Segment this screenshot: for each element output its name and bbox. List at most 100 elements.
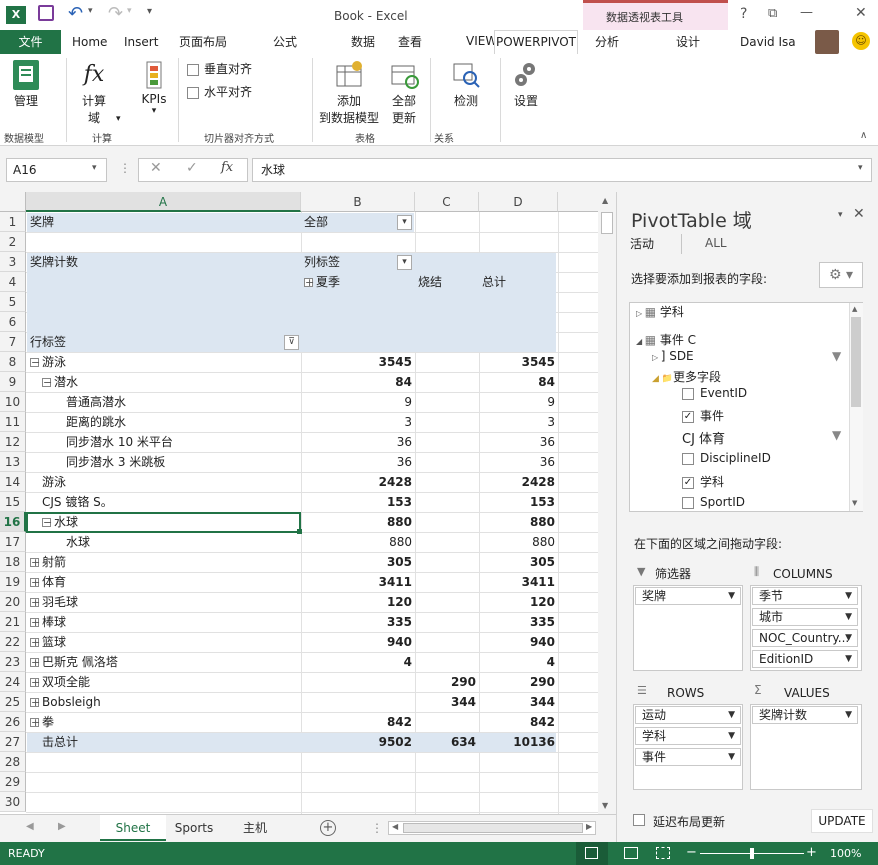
redo-icon[interactable]: ↷ (108, 3, 123, 24)
pivot-value-cell[interactable]: 880 (301, 512, 412, 532)
pivot-value-cell[interactable] (415, 492, 476, 512)
column-labels-dropdown-button[interactable]: ▾ (397, 255, 412, 270)
chip-dropdown-icon[interactable]: ▼ (845, 609, 852, 625)
pivot-row-label[interactable]: + 拳 (30, 712, 54, 732)
pivot-value-cell[interactable]: 2428 (479, 472, 555, 492)
prev-sheet-icon[interactable]: ◀ (26, 821, 34, 832)
row-header[interactable]: 13 (0, 452, 26, 472)
field-checkbox[interactable] (682, 387, 694, 400)
tab-file[interactable]: 文件 (0, 30, 61, 54)
pivot-value-cell[interactable]: 335 (301, 612, 412, 632)
pivot-value-cell[interactable]: 842 (479, 712, 555, 732)
pivot-value-cell[interactable] (415, 412, 476, 432)
scroll-down-icon[interactable]: ▼ (602, 801, 608, 810)
pivot-value-cell[interactable]: 305 (479, 552, 555, 572)
worksheet-grid[interactable]: A B C D 1 2 3 4 5 6 7 8 9 10 11 12 13 14 15 16 17 18 19 20 2… (0, 192, 598, 814)
row-header[interactable]: 14 (0, 472, 26, 492)
expand-formula-icon[interactable]: ▾ (858, 163, 863, 173)
row-header[interactable]: 3 (0, 252, 26, 272)
pivot-value-cell[interactable]: 4 (479, 652, 555, 672)
row-header[interactable]: 22 (0, 632, 26, 652)
next-sheet-icon[interactable]: ▶ (58, 821, 66, 832)
avatar[interactable] (815, 30, 839, 54)
pivot-value-cell[interactable] (415, 452, 476, 472)
scroll-up-icon[interactable]: ▲ (602, 196, 608, 205)
undo-dropdown-icon[interactable]: ▾ (88, 6, 93, 16)
row-labels-filter-button[interactable]: ⊽ (284, 335, 299, 350)
pivot-row-label[interactable]: + 巴斯克 佩洛塔 (30, 652, 118, 672)
pivot-value-cell[interactable]: 290 (415, 672, 476, 692)
pivot-value-cell[interactable]: 344 (415, 692, 476, 712)
scroll-thumb[interactable] (601, 212, 613, 234)
pivot-row-label[interactable]: + 棒球 (30, 612, 66, 632)
pivot-value-cell[interactable] (415, 392, 476, 412)
tab-powerpivot[interactable]: POWERPIVOT (494, 30, 578, 55)
tab-data[interactable]: 数据 (351, 33, 375, 50)
tab-analyze[interactable]: 分析 (595, 33, 619, 50)
pivot-row-label[interactable]: 距离的跳水 (66, 412, 126, 432)
pivot-value-cell[interactable]: 120 (479, 592, 555, 612)
field-scroll-up-icon[interactable]: ▲ (852, 305, 857, 313)
row-field-chip[interactable]: 事件 ▼ (635, 748, 741, 766)
sheet-tab-sports[interactable]: Sports (166, 815, 222, 841)
pivot-value-cell[interactable]: 3411 (479, 572, 555, 592)
kpis-button[interactable]: KPIs ▾ (137, 58, 171, 116)
fill-handle[interactable] (297, 529, 302, 534)
column-field-chip[interactable]: 季节 ▼ (752, 587, 858, 605)
row-header[interactable]: 30 (0, 792, 26, 812)
calculations-button[interactable]: fx 计算 域 (72, 58, 116, 126)
column-item-summer[interactable]: + 夏季 (304, 272, 340, 292)
field-group[interactable]: ▷ ] SDE (652, 349, 694, 363)
expand-group-icon[interactable]: ▷ (652, 353, 661, 362)
redo-dropdown-icon[interactable]: ▾ (127, 6, 132, 16)
field-checkbox[interactable] (682, 496, 694, 509)
pivot-row-label[interactable]: + 羽毛球 (30, 592, 78, 612)
field-settings-gear-icon[interactable]: ⚙ ▾ (819, 262, 863, 288)
expand-icon[interactable]: + (30, 637, 40, 648)
tab-home[interactable]: Home (72, 35, 107, 49)
column-field-chip[interactable]: NOC_Country... ▼ (752, 629, 858, 647)
chip-dropdown-icon[interactable]: ▼ (845, 588, 852, 604)
chip-dropdown-icon[interactable]: ▼ (728, 707, 735, 723)
row-header[interactable]: 5 (0, 292, 26, 312)
row-header[interactable]: 10 (0, 392, 26, 412)
calc-dropdown-icon[interactable]: ▾ (116, 114, 121, 124)
update-button[interactable]: UPDATE (811, 809, 873, 833)
row-header[interactable]: 9 (0, 372, 26, 392)
pivot-value-cell[interactable] (301, 672, 412, 692)
pivot-value-cell[interactable]: 84 (301, 372, 412, 392)
pivot-row-label[interactable]: + 篮球 (30, 632, 66, 652)
pivot-value-cell[interactable]: 2428 (301, 472, 412, 492)
pivot-row-label[interactable]: 普通高潜水 (66, 392, 126, 412)
chip-dropdown-icon[interactable]: ▼ (728, 728, 735, 744)
field-checkbox-item[interactable]: ✓ 学科 (682, 473, 724, 490)
column-header-b[interactable]: B (301, 192, 415, 212)
vertical-scrollbar[interactable]: ▲ ▼ (598, 192, 616, 814)
expand-icon[interactable]: + (30, 577, 40, 588)
pivot-row-label[interactable]: + Bobsleigh (30, 692, 101, 712)
column-header-e[interactable] (558, 192, 598, 212)
row-header[interactable]: 15 (0, 492, 26, 512)
tab-page-layout[interactable]: 页面布局 (179, 33, 227, 50)
tab-split-grip-icon[interactable]: ⋮ (371, 821, 383, 835)
sheet-tab-hosts[interactable]: 主机 (228, 815, 282, 841)
pivot-value-cell[interactable]: 3545 (479, 352, 555, 372)
formula-input[interactable]: 水球 (252, 158, 872, 182)
tab-insert[interactable]: Insert (124, 35, 158, 49)
pivot-row-label[interactable]: 游泳 (42, 472, 66, 492)
row-header[interactable]: 26 (0, 712, 26, 732)
row-header[interactable]: 23 (0, 652, 26, 672)
pivot-value-cell[interactable]: 36 (479, 452, 555, 472)
pivot-row-label[interactable]: 同步潜水 10 米平台 (66, 432, 173, 452)
expand-table-icon[interactable]: ▷ (636, 309, 645, 318)
row-header[interactable]: 16 (0, 512, 26, 532)
collapse-ribbon-icon[interactable]: ∧ (860, 130, 867, 141)
tab-active[interactable]: 活动 (630, 235, 654, 252)
pivot-value-cell[interactable]: 4 (301, 652, 412, 672)
row-header[interactable]: 7 (0, 332, 26, 352)
column-header-c[interactable]: C (415, 192, 479, 212)
pivot-value-cell[interactable] (301, 692, 412, 712)
tab-view[interactable]: VIEW (466, 34, 497, 48)
pivot-value-cell[interactable]: 3 (479, 412, 555, 432)
pivot-row-label[interactable]: + 射箭 (30, 552, 66, 572)
